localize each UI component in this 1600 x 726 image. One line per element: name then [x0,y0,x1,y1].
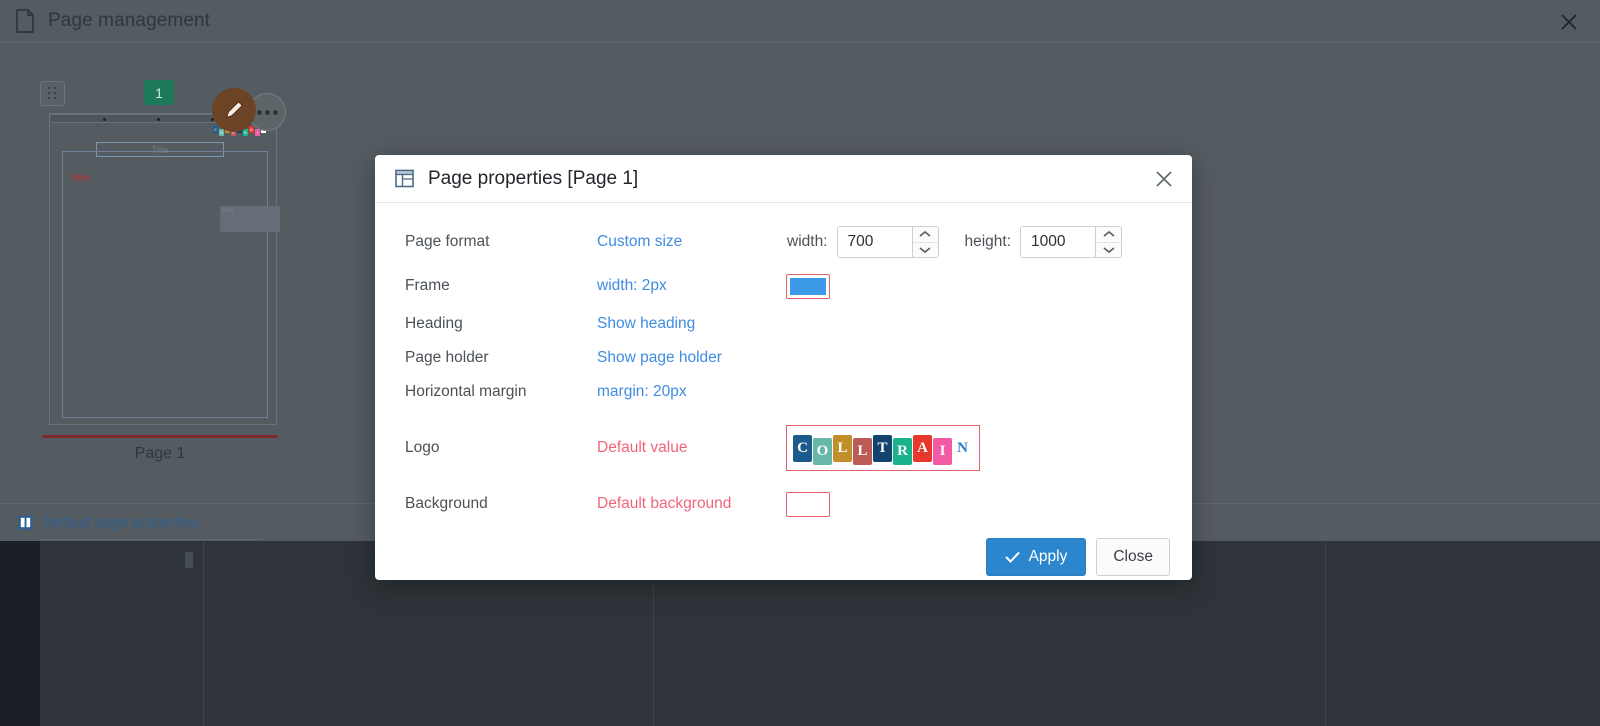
dialog-header: Page properties [Page 1] [375,155,1192,203]
frame-color-swatch[interactable] [786,273,830,299]
height-stepper[interactable] [1020,226,1123,258]
height-label: height: [964,233,1012,250]
horizontal-margin-label: Horizontal margin [405,383,527,400]
logo-value[interactable]: Default value [597,439,787,457]
width-increment-button[interactable] [913,227,938,242]
page-format-label: Page format [405,233,490,250]
frame-label: Frame [405,277,450,294]
frame-color-fill [790,277,826,295]
width-label: width: [787,233,828,250]
background-color-swatch[interactable] [786,491,830,517]
logo-tile: R [893,438,912,465]
height-decrement-button[interactable] [1096,241,1122,258]
row-page-format: Page format Custom size width: 700 heigh… [375,225,1192,259]
background-color-fill [790,495,826,513]
pencil-icon [225,101,243,119]
dialog-title: Page properties [Page 1] [428,167,639,189]
chevron-down-icon [1103,247,1115,253]
width-input[interactable] [837,227,912,257]
close-icon[interactable] [1153,168,1175,190]
dialog-footer: Apply Close [375,521,1192,593]
layout-icon [395,169,414,188]
page-edit-button[interactable] [212,88,256,132]
logo-tile: T [873,434,892,462]
apply-button-label: Apply [1028,548,1068,565]
colltrain-logo[interactable]: COLLTRAIN [786,425,980,471]
row-heading: Heading Show heading [375,307,1192,341]
chevron-down-icon [919,247,931,253]
width-decrement-button[interactable] [912,241,938,258]
logo-label: Logo [405,439,440,456]
height-spin-buttons [1095,227,1122,258]
chevron-up-icon [1103,231,1115,237]
heading-value[interactable]: Show heading [597,315,787,333]
background-color-control [786,491,830,517]
logo-control: COLLTRAIN [786,425,980,471]
row-page-holder: Page holder Show page holder [375,341,1192,375]
horizontal-margin-value[interactable]: margin: 20px [597,383,787,401]
chevron-up-icon [919,231,931,237]
apply-button[interactable]: Apply [985,538,1087,576]
frame-value[interactable]: width: 2px [597,277,787,295]
heading-label: Heading [405,315,463,332]
row-horizontal-margin: Horizontal margin margin: 20px [375,375,1192,409]
row-logo: Logo Default value COLLTRAIN [375,415,1192,481]
logo-tile: N [953,434,972,462]
logo-tile: O [813,438,832,465]
logo-tile: C [793,434,812,462]
logo-tile: A [913,434,932,462]
page-dimension-controls: width: 700 height: 1000 [787,226,1123,258]
height-increment-button[interactable] [1096,227,1121,242]
logo-tile: L [853,438,872,465]
check-icon [1004,551,1020,563]
logo-tile: I [933,438,952,465]
height-input[interactable] [1021,227,1096,257]
page-properties-dialog: Page properties [Page 1] Page format Cus… [375,155,1192,580]
width-spin-buttons [911,227,938,258]
close-button[interactable]: Close [1096,538,1170,576]
dialog-body: Page format Custom size width: 700 heigh… [375,203,1192,521]
background-value[interactable]: Default background [597,495,787,513]
row-background: Background Default background [375,487,1192,521]
page-holder-label: Page holder [405,349,489,366]
page-holder-value[interactable]: Show page holder [597,349,787,367]
page-format-value[interactable]: Custom size [597,233,787,251]
logo-tile: L [833,434,852,462]
width-stepper[interactable] [836,226,939,258]
row-frame: Frame width: 2px [375,269,1192,303]
background-label: Background [405,495,488,512]
frame-color-control [786,273,830,299]
